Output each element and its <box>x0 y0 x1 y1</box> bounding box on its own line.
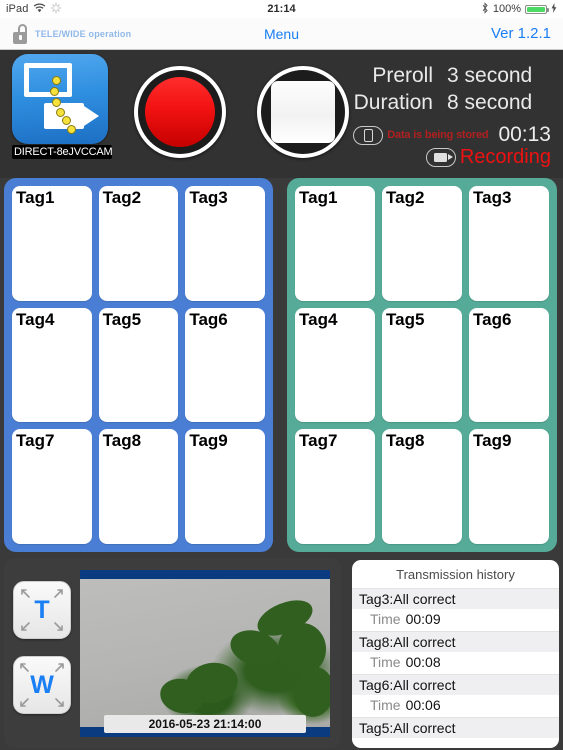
tag-button[interactable]: Tag3 <box>185 186 265 301</box>
status-bar-right: 100% <box>481 1 557 17</box>
tag-button[interactable]: Tag4 <box>295 307 375 423</box>
history-time-value: 00:09 <box>405 611 441 627</box>
tag-button[interactable]: Tag1 <box>12 186 92 301</box>
tag-button[interactable]: Tag9 <box>185 429 265 544</box>
tag-button[interactable]: Tag2 <box>382 186 462 301</box>
arrow-out-topright-icon <box>53 662 65 674</box>
camera-connection-icon[interactable] <box>12 54 108 144</box>
camera-name-label: DIRECT-8eJVCCAM <box>12 145 113 159</box>
version-label[interactable]: Ver 1.2.1 <box>491 25 551 42</box>
list-item[interactable]: Tag3:All correct Time 00:09 <box>352 588 559 631</box>
zoom-tele-label: T <box>34 595 50 624</box>
tag-panel-teal: Tag1 Tag2 Tag3 Tag4 Tag5 Tag6 Tag7 Tag8 … <box>287 178 557 552</box>
bluetooth-icon <box>481 1 489 17</box>
bottom-section: T W 2016-05-23 21:14:00 Transmission his… <box>0 558 563 750</box>
history-time-label: Time <box>370 654 401 670</box>
arrow-in-bottomright-icon <box>53 621 65 633</box>
duration-row: Duration 8 second <box>349 89 551 116</box>
tag-button[interactable]: Tag8 <box>98 429 179 544</box>
tablet-storage-icon <box>353 125 384 145</box>
live-video-preview[interactable]: 2016-05-23 21:14:00 <box>80 570 330 737</box>
tag-panels: Tag1 Tag2 Tag3 Tag4 Tag5 Tag6 Tag7 Tag8 … <box>0 178 563 554</box>
history-item-head: Tag6:All correct <box>352 675 559 695</box>
list-item[interactable]: Tag6:All correct Time 00:06 <box>352 674 559 717</box>
preview-timestamp: 2016-05-23 21:14:00 <box>104 715 306 733</box>
arrow-in-topleft-icon <box>19 587 31 599</box>
battery-charging-icon <box>525 4 549 14</box>
recording-settings-readout: Preroll 3 second Duration 8 second Data … <box>349 62 551 168</box>
status-bar-clock: 21:14 <box>267 3 296 15</box>
recording-status-row: Recording <box>349 146 551 168</box>
camera-control-header: DIRECT-8eJVCCAM Preroll 3 second Duratio… <box>0 50 563 178</box>
tag-button[interactable]: Tag5 <box>98 307 179 423</box>
record-indicator-icon <box>145 77 215 147</box>
history-item-time: Time 00:06 <box>352 695 559 717</box>
history-item-time: Time 00:09 <box>352 609 559 631</box>
tag-button[interactable]: Tag3 <box>469 186 549 301</box>
zoom-tele-button[interactable]: T <box>13 581 71 639</box>
duration-label: Duration <box>353 91 433 114</box>
arrow-in-topright-icon <box>53 587 65 599</box>
tag-button[interactable]: Tag8 <box>382 429 462 544</box>
history-time-label: Time <box>370 697 401 713</box>
tag-grid-teal: Tag1 Tag2 Tag3 Tag4 Tag5 Tag6 Tag7 Tag8 … <box>295 186 549 544</box>
history-time-value: 00:06 <box>405 697 441 713</box>
recording-status-text: Recording <box>459 145 551 168</box>
connected-camera[interactable]: DIRECT-8eJVCCAM <box>12 54 113 159</box>
preroll-value: 3 second <box>447 64 533 87</box>
zoom-wide-button[interactable]: W <box>13 656 71 714</box>
tag-button[interactable]: Tag7 <box>295 429 375 544</box>
tag-panel-blue: Tag1 Tag2 Tag3 Tag4 Tag5 Tag6 Tag7 Tag8 … <box>4 178 273 552</box>
record-button[interactable] <box>134 66 226 158</box>
arrow-out-bottomright-icon <box>53 696 65 708</box>
arrow-in-bottomleft-icon <box>19 621 31 633</box>
stop-indicator-icon <box>271 81 335 143</box>
stop-button[interactable] <box>257 66 349 158</box>
tag-button[interactable]: Tag9 <box>469 429 549 544</box>
transmission-history-panel[interactable]: Transmission history Tag3:All correct Ti… <box>352 560 559 748</box>
arrow-out-topleft-icon <box>19 662 31 674</box>
tag-button[interactable]: Tag7 <box>12 429 92 544</box>
tag-button[interactable]: Tag5 <box>382 307 462 423</box>
storage-status-row: Data is being stored 00:13 <box>349 123 551 146</box>
app-navigation-bar: TELE/WIDE operation Menu Ver 1.2.1 <box>0 18 563 50</box>
history-item-time: Time 00:08 <box>352 652 559 674</box>
zoom-wide-label: W <box>30 670 54 699</box>
history-time-value: 00:08 <box>405 654 441 670</box>
history-title: Transmission history <box>396 567 515 582</box>
list-item[interactable]: Tag5:All correct <box>352 717 559 738</box>
preview-image <box>80 579 330 727</box>
duration-value: 8 second <box>447 91 533 114</box>
preroll-label: Preroll <box>372 64 433 87</box>
tag-button[interactable]: Tag6 <box>185 307 265 423</box>
camcorder-icon <box>425 147 456 167</box>
history-time-label: Time <box>370 611 401 627</box>
history-item-head: Tag5:All correct <box>352 718 559 738</box>
video-preview-panel: T W 2016-05-23 21:14:00 <box>4 558 341 748</box>
charging-bolt-icon <box>551 2 557 16</box>
tag-button[interactable]: Tag2 <box>98 186 179 301</box>
list-item[interactable]: Tag8:All correct Time 00:08 <box>352 631 559 674</box>
storage-status-text: Data is being stored <box>387 129 489 141</box>
arrow-out-bottomleft-icon <box>19 696 31 708</box>
recording-status-group: Data is being stored 00:13 Recording <box>349 123 551 168</box>
tag-button[interactable]: Tag1 <box>295 186 375 301</box>
ios-status-bar: iPad 21:14 100% <box>0 0 563 18</box>
history-item-head: Tag3:All correct <box>352 589 559 609</box>
storage-elapsed-time: 00:13 <box>498 123 551 146</box>
history-item-head: Tag8:All correct <box>352 632 559 652</box>
tag-grid-blue: Tag1 Tag2 Tag3 Tag4 Tag5 Tag6 Tag7 Tag8 … <box>12 186 265 544</box>
zoom-controls: T W <box>13 581 71 714</box>
battery-percent: 100% <box>492 3 521 15</box>
tag-button[interactable]: Tag4 <box>12 307 92 423</box>
menu-button[interactable]: Menu <box>0 26 563 42</box>
tag-button[interactable]: Tag6 <box>469 307 549 423</box>
preroll-row: Preroll 3 second <box>349 62 551 89</box>
